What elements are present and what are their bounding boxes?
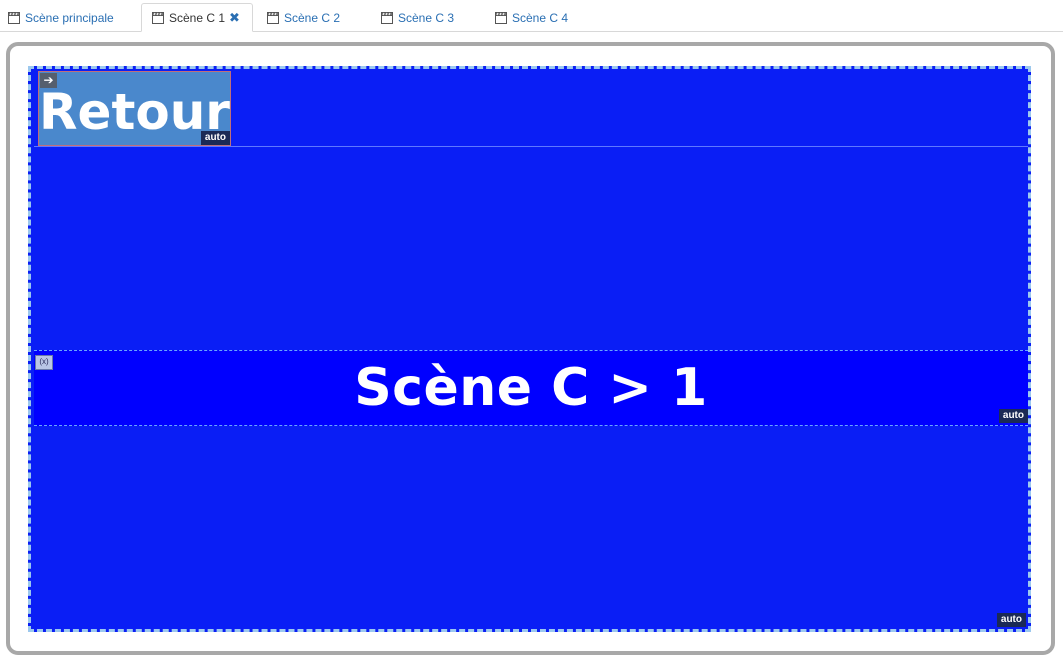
tab-label: Scène C 4 — [512, 10, 569, 25]
auto-badge: auto — [996, 613, 1026, 627]
tab-scene-c-3[interactable]: Scène C 3 — [381, 3, 481, 32]
scene-title: Scène C > 1 — [354, 358, 708, 418]
close-icon[interactable]: ✖ — [229, 11, 240, 24]
title-band[interactable]: (x) Scène C > 1 auto — [34, 350, 1028, 426]
clapperboard-icon — [495, 11, 507, 24]
clapperboard-icon — [267, 11, 279, 24]
tab-label: Scène C 2 — [284, 10, 341, 25]
tab-scene-principale[interactable]: Scène principale — [6, 3, 134, 32]
tab-label: Scène principale — [25, 10, 114, 25]
tab-scene-c-4[interactable]: Scène C 4 — [495, 3, 595, 32]
clapperboard-icon — [152, 11, 164, 24]
arrow-right-icon: ➔ — [40, 73, 57, 88]
clapperboard-icon — [8, 11, 20, 24]
scene-canvas[interactable]: ➔ Retour auto (x) Scène C > 1 auto auto — [28, 66, 1031, 632]
auto-badge: auto — [998, 409, 1028, 423]
auto-badge: auto — [200, 131, 230, 145]
tab-label: Scène C 3 — [398, 10, 455, 25]
clapperboard-icon — [381, 11, 393, 24]
tab-scene-c-2[interactable]: Scène C 2 — [267, 3, 367, 32]
header-band[interactable]: ➔ Retour auto — [34, 69, 1028, 147]
retour-button[interactable]: ➔ Retour auto — [38, 71, 231, 146]
tab-label: Scène C 1 — [169, 10, 226, 25]
tab-scene-c-1[interactable]: Scène C 1 ✖ — [141, 3, 253, 32]
variable-icon: (x) — [35, 355, 53, 370]
scene-tab-bar: Scène principale Scène C 1 ✖ Scène C 2 S… — [0, 0, 1063, 32]
retour-label: Retour — [39, 82, 230, 141]
